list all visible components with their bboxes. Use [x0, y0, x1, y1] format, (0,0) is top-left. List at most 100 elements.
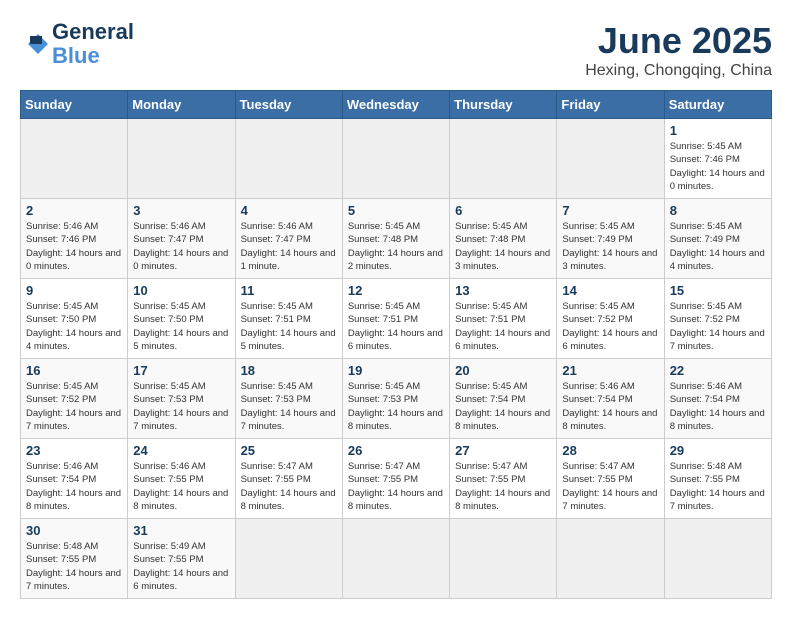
day-number: 11 — [241, 283, 337, 298]
day-number: 3 — [133, 203, 229, 218]
day-cell: 20Sunrise: 5:45 AMSunset: 7:54 PMDayligh… — [450, 359, 557, 439]
day-number: 6 — [455, 203, 551, 218]
day-cell: 1Sunrise: 5:45 AMSunset: 7:46 PMDaylight… — [664, 119, 771, 199]
day-number: 19 — [348, 363, 444, 378]
weekday-wednesday: Wednesday — [342, 91, 449, 119]
day-info: Sunrise: 5:45 AMSunset: 7:52 PMDaylight:… — [562, 300, 658, 353]
day-cell — [557, 119, 664, 199]
day-cell: 28 Sunrise: 5:47 AMSunset: 7:55 PMDayligh… — [557, 439, 664, 519]
day-cell — [450, 119, 557, 199]
day-number: 24 — [133, 443, 229, 458]
day-info: Sunrise: 5:45 AMSunset: 7:48 PMDaylight:… — [455, 220, 551, 273]
day-info: Sunrise: 5:45 AMSunset: 7:52 PMDaylight:… — [670, 300, 766, 353]
day-cell: 22 Sunrise: 5:46 AMSunset: 7:54 PMDayligh… — [664, 359, 771, 439]
day-cell: 2Sunrise: 5:46 AMSunset: 7:46 PMDaylight… — [21, 199, 128, 279]
day-number: 29 — [670, 443, 766, 458]
weekday-thursday: Thursday — [450, 91, 557, 119]
day-number: 26 — [348, 443, 444, 458]
day-number: 1 — [670, 123, 766, 138]
weekday-friday: Friday — [557, 91, 664, 119]
day-cell — [664, 519, 771, 599]
day-cell: 18 Sunrise: 5:45 AMSunset: 7:53 PMDayligh… — [235, 359, 342, 439]
title-area: June 2025 Hexing, Chongqing, China — [585, 20, 772, 80]
day-info: Sunrise: 5:45 AMSunset: 7:50 PMDaylight:… — [26, 300, 122, 353]
day-cell: 25 Sunrise: 5:47 AMSunset: 7:55 PMDayligh… — [235, 439, 342, 519]
day-info: Sunrise: 5:48 AMSunset: 7:55 PMDaylight:… — [26, 540, 122, 593]
day-info: Sunrise: 5:45 AMSunset: 7:51 PMDaylight:… — [348, 300, 444, 353]
day-cell: 24 Sunrise: 5:46 AMSunset: 7:55 PMDayligh… — [128, 439, 235, 519]
weekday-monday: Monday — [128, 91, 235, 119]
day-cell: 13Sunrise: 5:45 AMSunset: 7:51 PMDayligh… — [450, 279, 557, 359]
day-info: Sunrise: 5:46 AMSunset: 7:54 PMDaylight:… — [670, 380, 766, 433]
day-cell: 16Sunrise: 5:45 AMSunset: 7:52 PMDayligh… — [21, 359, 128, 439]
day-info: Sunrise: 5:45 AMSunset: 7:49 PMDaylight:… — [562, 220, 658, 273]
day-cell: 19Sunrise: 5:45 AMSunset: 7:53 PMDayligh… — [342, 359, 449, 439]
day-cell: 3 Sunrise: 5:46 AMSunset: 7:47 PMDaylight… — [128, 199, 235, 279]
day-cell: 27 Sunrise: 5:47 AMSunset: 7:55 PMDayligh… — [450, 439, 557, 519]
day-number: 13 — [455, 283, 551, 298]
day-info: Sunrise: 5:45 AMSunset: 7:53 PMDaylight:… — [241, 380, 337, 433]
day-cell: 17 Sunrise: 5:45 AMSunset: 7:53 PMDayligh… — [128, 359, 235, 439]
day-info: Sunrise: 5:46 AMSunset: 7:54 PMDaylight:… — [562, 380, 658, 433]
day-number: 10 — [133, 283, 229, 298]
logo-line1: General — [52, 20, 134, 44]
day-cell: 31Sunrise: 5:49 AMSunset: 7:55 PMDayligh… — [128, 519, 235, 599]
day-number: 25 — [241, 443, 337, 458]
day-info: Sunrise: 5:45 AMSunset: 7:49 PMDaylight:… — [670, 220, 766, 273]
day-info: Sunrise: 5:45 AMSunset: 7:53 PMDaylight:… — [133, 380, 229, 433]
day-number: 28 — [562, 443, 658, 458]
week-row-2: 9 Sunrise: 5:45 AMSunset: 7:50 PMDaylight… — [21, 279, 772, 359]
day-cell: 5 Sunrise: 5:45 AMSunset: 7:48 PMDaylight… — [342, 199, 449, 279]
page-header: General Blue June 2025 Hexing, Chongqing… — [20, 20, 772, 80]
day-number: 16 — [26, 363, 122, 378]
day-number: 5 — [348, 203, 444, 218]
day-cell: 23 Sunrise: 5:46 AMSunset: 7:54 PMDayligh… — [21, 439, 128, 519]
day-cell — [235, 519, 342, 599]
day-number: 30 — [26, 523, 122, 538]
location-title: Hexing, Chongqing, China — [585, 62, 772, 80]
day-info: Sunrise: 5:46 AMSunset: 7:54 PMDaylight:… — [26, 460, 122, 513]
week-row-0: 1Sunrise: 5:45 AMSunset: 7:46 PMDaylight… — [21, 119, 772, 199]
day-cell: 26 Sunrise: 5:47 AMSunset: 7:55 PMDayligh… — [342, 439, 449, 519]
day-info: Sunrise: 5:45 AMSunset: 7:48 PMDaylight:… — [348, 220, 444, 273]
month-title: June 2025 — [585, 20, 772, 62]
day-number: 27 — [455, 443, 551, 458]
day-number: 18 — [241, 363, 337, 378]
day-number: 4 — [241, 203, 337, 218]
day-cell: 10Sunrise: 5:45 AMSunset: 7:50 PMDayligh… — [128, 279, 235, 359]
weekday-sunday: Sunday — [21, 91, 128, 119]
day-info: Sunrise: 5:46 AMSunset: 7:47 PMDaylight:… — [133, 220, 229, 273]
day-number: 2 — [26, 203, 122, 218]
day-info: Sunrise: 5:45 AMSunset: 7:54 PMDaylight:… — [455, 380, 551, 433]
day-number: 12 — [348, 283, 444, 298]
day-cell: 6 Sunrise: 5:45 AMSunset: 7:48 PMDaylight… — [450, 199, 557, 279]
day-number: 8 — [670, 203, 766, 218]
week-row-4: 23 Sunrise: 5:46 AMSunset: 7:54 PMDayligh… — [21, 439, 772, 519]
day-cell: 11Sunrise: 5:45 AMSunset: 7:51 PMDayligh… — [235, 279, 342, 359]
day-number: 21 — [562, 363, 658, 378]
day-number: 17 — [133, 363, 229, 378]
day-cell: 14Sunrise: 5:45 AMSunset: 7:52 PMDayligh… — [557, 279, 664, 359]
day-number: 7 — [562, 203, 658, 218]
week-row-1: 2Sunrise: 5:46 AMSunset: 7:46 PMDaylight… — [21, 199, 772, 279]
day-info: Sunrise: 5:46 AMSunset: 7:55 PMDaylight:… — [133, 460, 229, 513]
logo: General Blue — [20, 20, 134, 68]
day-number: 31 — [133, 523, 229, 538]
day-cell: 12 Sunrise: 5:45 AMSunset: 7:51 PMDayligh… — [342, 279, 449, 359]
day-cell: 9 Sunrise: 5:45 AMSunset: 7:50 PMDaylight… — [21, 279, 128, 359]
day-info: Sunrise: 5:47 AMSunset: 7:55 PMDaylight:… — [348, 460, 444, 513]
weekday-tuesday: Tuesday — [235, 91, 342, 119]
day-cell — [128, 119, 235, 199]
day-info: Sunrise: 5:47 AMSunset: 7:55 PMDaylight:… — [241, 460, 337, 513]
day-cell: 4Sunrise: 5:46 AMSunset: 7:47 PMDaylight… — [235, 199, 342, 279]
day-number: 9 — [26, 283, 122, 298]
day-info: Sunrise: 5:47 AMSunset: 7:55 PMDaylight:… — [562, 460, 658, 513]
day-number: 23 — [26, 443, 122, 458]
day-cell: 29Sunrise: 5:48 AMSunset: 7:55 PMDayligh… — [664, 439, 771, 519]
day-cell — [21, 119, 128, 199]
week-row-3: 16Sunrise: 5:45 AMSunset: 7:52 PMDayligh… — [21, 359, 772, 439]
day-cell — [557, 519, 664, 599]
logo-line2: Blue — [52, 43, 100, 68]
day-info: Sunrise: 5:47 AMSunset: 7:55 PMDaylight:… — [455, 460, 551, 513]
day-number: 22 — [670, 363, 766, 378]
